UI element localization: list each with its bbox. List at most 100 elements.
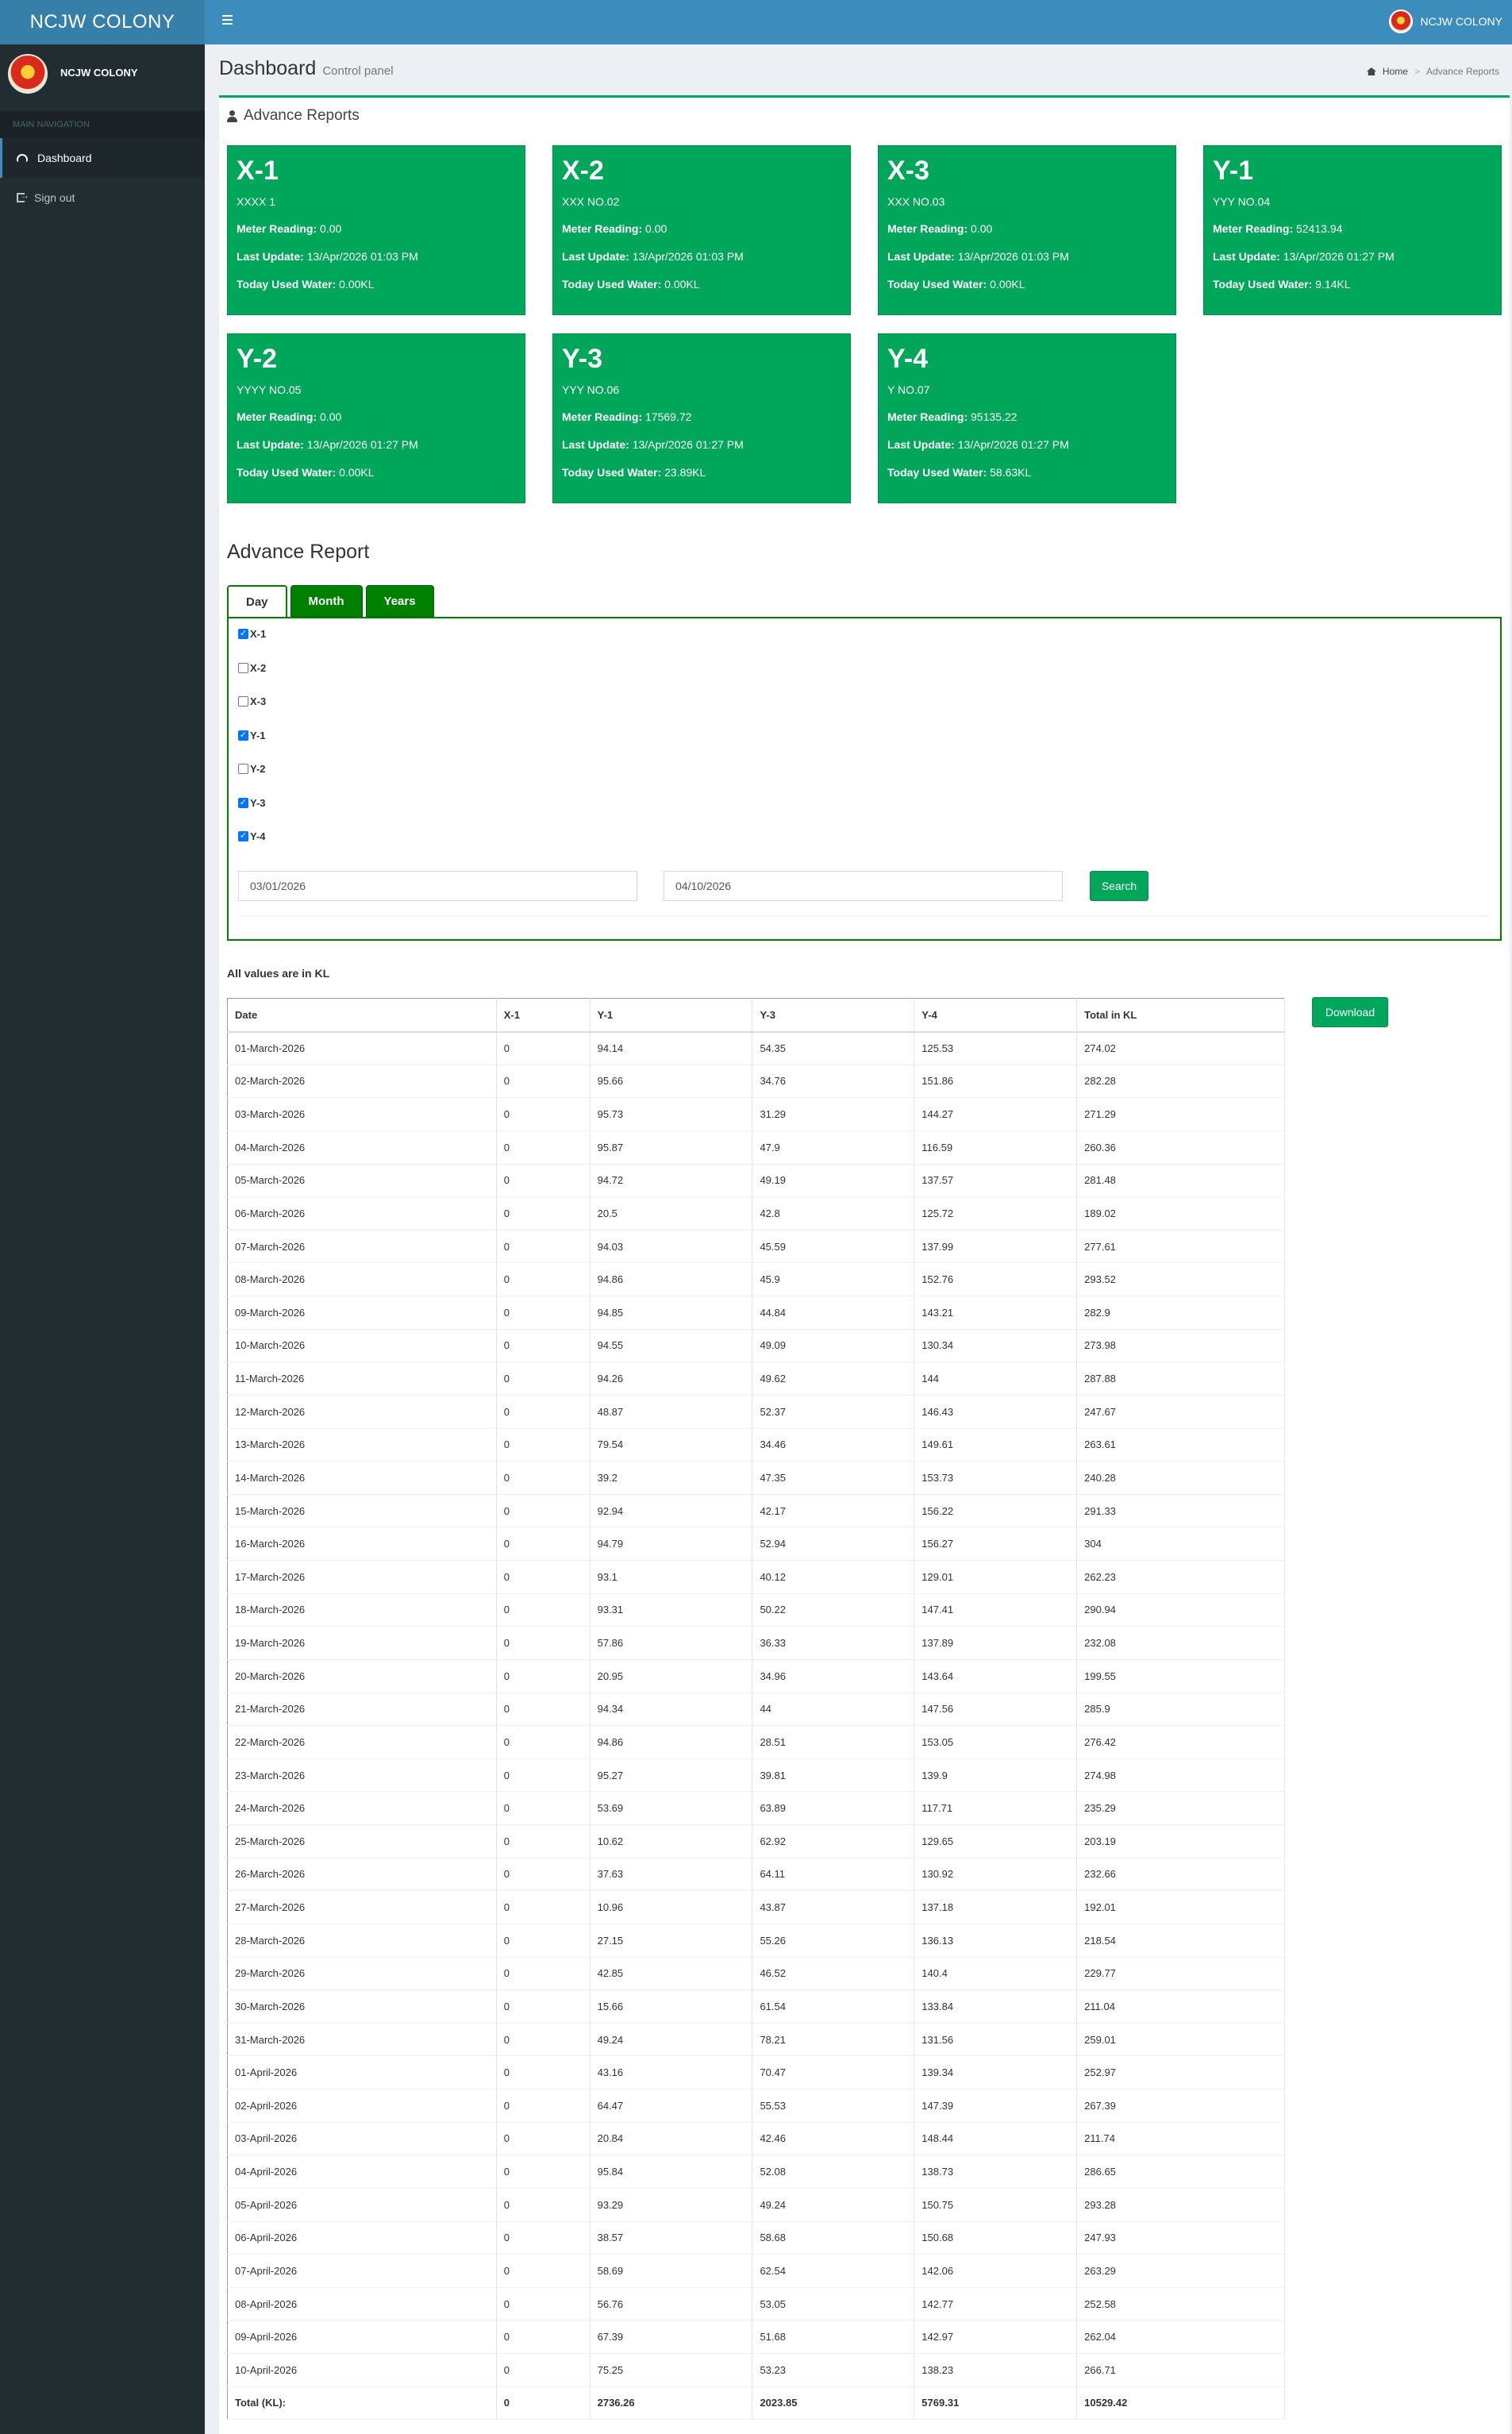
- checkbox-box[interactable]: ✓: [238, 831, 248, 842]
- meter-today-used: Today Used Water: 0.00KL: [237, 278, 375, 291]
- table-row: 06-March-2026 0 20.5 42.8 125.72 189.02: [227, 1196, 1285, 1230]
- table-cell: 259.01: [1076, 2023, 1285, 2057]
- table-cell: 28-March-2026: [227, 1924, 497, 1958]
- checkbox-box[interactable]: [238, 663, 248, 673]
- table-cell: 49.09: [752, 1329, 915, 1363]
- menu-toggle-icon[interactable]: [219, 13, 238, 32]
- checkbox-y1[interactable]: ✓ Y-1: [238, 730, 266, 741]
- table-cell: 151.86: [914, 1065, 1078, 1099]
- table-cell: 52.94: [752, 1527, 915, 1561]
- table-cell: 130.92: [914, 1858, 1078, 1892]
- table-row: 09-April-2026 0 67.39 51.68 142.97 262.04: [227, 2320, 1285, 2354]
- checkbox-y2[interactable]: Y-2: [238, 763, 266, 775]
- sidebar-item-sign-out[interactable]: Sign out: [0, 178, 205, 218]
- table-cell: 0: [496, 1461, 591, 1495]
- table-cell: 273.98: [1076, 1329, 1285, 1363]
- table-row: 17-March-2026 0 93.1 40.12 129.01 262.23: [227, 1560, 1285, 1594]
- checkbox-box[interactable]: ✓: [238, 730, 248, 741]
- table-cell: 260.36: [1076, 1130, 1285, 1165]
- table-cell: 47.35: [752, 1461, 915, 1495]
- table-cell: 07-March-2026: [227, 1230, 497, 1264]
- meter-card-x2: X-2 XXX NO.02 Meter Reading: 0.00 Last U…: [552, 145, 851, 315]
- table-row: 09-March-2026 0 94.85 44.84 143.21 282.9: [227, 1296, 1285, 1330]
- table-cell: 44: [752, 1693, 915, 1727]
- table-cell: 139.9: [914, 1758, 1078, 1793]
- table-cell: 263.61: [1076, 1428, 1285, 1462]
- checkbox-box[interactable]: ✓: [238, 798, 248, 808]
- table-cell: 277.61: [1076, 1230, 1285, 1264]
- checkbox-x3[interactable]: X-3: [238, 695, 266, 707]
- tab-years[interactable]: Years: [365, 585, 434, 617]
- table-cell: 287.88: [1076, 1361, 1285, 1396]
- table-row: 08-April-2026 0 56.76 53.05 142.77 252.58: [227, 2287, 1285, 2321]
- table-cell: 39.2: [590, 1461, 753, 1495]
- to-date-input[interactable]: 04/10/2026: [664, 871, 1063, 901]
- checkbox-box[interactable]: [238, 696, 248, 707]
- meter-card-code: YYY NO.04: [1213, 195, 1271, 208]
- from-date-input[interactable]: 03/01/2026: [238, 871, 637, 901]
- checkbox-box[interactable]: ✓: [238, 629, 248, 639]
- table-cell: 274.02: [1076, 1031, 1285, 1065]
- table-cell: 12-March-2026: [227, 1395, 497, 1429]
- table-cell: 0: [496, 1361, 591, 1396]
- table-cell: 09-March-2026: [227, 1296, 497, 1330]
- checkbox-x2[interactable]: X-2: [238, 662, 266, 674]
- meter-today-used: Today Used Water: 0.00KL: [562, 278, 700, 291]
- table-row: 23-March-2026 0 95.27 39.81 139.9 274.98: [227, 1758, 1285, 1793]
- meter-card-code: XXX NO.02: [562, 195, 620, 208]
- table-cell: 95.87: [590, 1130, 753, 1165]
- checkbox-y3[interactable]: ✓ Y-3: [238, 797, 266, 809]
- table-cell: 125.53: [914, 1031, 1078, 1065]
- user-menu[interactable]: NCJW COLONY: [1388, 10, 1502, 33]
- download-button[interactable]: Download: [1312, 997, 1388, 1027]
- checkbox-y4[interactable]: ✓ Y-4: [238, 830, 266, 842]
- table-cell: 189.02: [1076, 1196, 1285, 1230]
- table-cell: 0: [496, 1494, 591, 1528]
- table-cell: 49.62: [752, 1361, 915, 1396]
- meter-card-title: X-3: [887, 156, 929, 186]
- box-title-text: Advance Reports: [244, 107, 360, 124]
- column-header: X-1: [496, 998, 591, 1033]
- brand-logo[interactable]: NCJW COLONY: [0, 0, 205, 44]
- table-cell: 47.9: [752, 1130, 915, 1165]
- advance-reports-box: Advance Reports X-1 XXXX 1 Meter Reading…: [219, 95, 1510, 2434]
- table-cell: 79.54: [590, 1428, 753, 1462]
- table-row: 30-March-2026 0 15.66 61.54 133.84 211.04: [227, 1989, 1285, 2024]
- table-cell: 95.66: [590, 1065, 753, 1099]
- table-cell: 64.11: [752, 1858, 915, 1892]
- table-cell: 78.21: [752, 2023, 915, 2057]
- meter-card-title: Y-4: [887, 344, 929, 374]
- meter-reading: Meter Reading: 95135.22: [887, 410, 1018, 423]
- table-cell: 0: [496, 1890, 591, 1924]
- table-cell: 42.8: [752, 1196, 915, 1230]
- user-panel-name: NCJW COLONY: [60, 67, 138, 79]
- checkbox-box[interactable]: [238, 764, 248, 774]
- sidebar-item-dashboard[interactable]: Dashboard: [0, 138, 205, 178]
- breadcrumb-home[interactable]: Home: [1383, 66, 1408, 77]
- table-cell: 94.79: [590, 1527, 753, 1561]
- table-row: 11-March-2026 0 94.26 49.62 144 287.88: [227, 1361, 1285, 1396]
- user-icon: [227, 110, 237, 122]
- table-cell: 75.25: [590, 2353, 753, 2387]
- tab-day[interactable]: Day: [227, 585, 287, 618]
- table-cell: 0: [496, 1659, 591, 1693]
- report-title: Advance Report: [227, 541, 370, 563]
- meter-reading: Meter Reading: 17569.72: [562, 410, 692, 423]
- table-cell: 282.28: [1076, 1065, 1285, 1099]
- meter-card-x1: X-1 XXXX 1 Meter Reading: 0.00 Last Upda…: [227, 145, 525, 315]
- table-cell: 137.99: [914, 1230, 1078, 1264]
- table-cell: 137.18: [914, 1890, 1078, 1924]
- table-cell: 62.54: [752, 2254, 915, 2288]
- table-cell: 53.23: [752, 2353, 915, 2387]
- table-cell: 0: [496, 1130, 591, 1165]
- table-cell: 143.21: [914, 1296, 1078, 1330]
- table-row: 12-March-2026 0 48.87 52.37 146.43 247.67: [227, 1395, 1285, 1429]
- table-cell: 94.72: [590, 1164, 753, 1198]
- table-row: 16-March-2026 0 94.79 52.94 156.27 304: [227, 1527, 1285, 1561]
- tab-month[interactable]: Month: [290, 585, 363, 617]
- table-cell: 04-March-2026: [227, 1130, 497, 1165]
- checkbox-x1[interactable]: ✓ X-1: [238, 628, 266, 640]
- table-cell: 02-March-2026: [227, 1065, 497, 1099]
- search-button[interactable]: Search: [1090, 871, 1148, 901]
- table-cell: 44.84: [752, 1296, 915, 1330]
